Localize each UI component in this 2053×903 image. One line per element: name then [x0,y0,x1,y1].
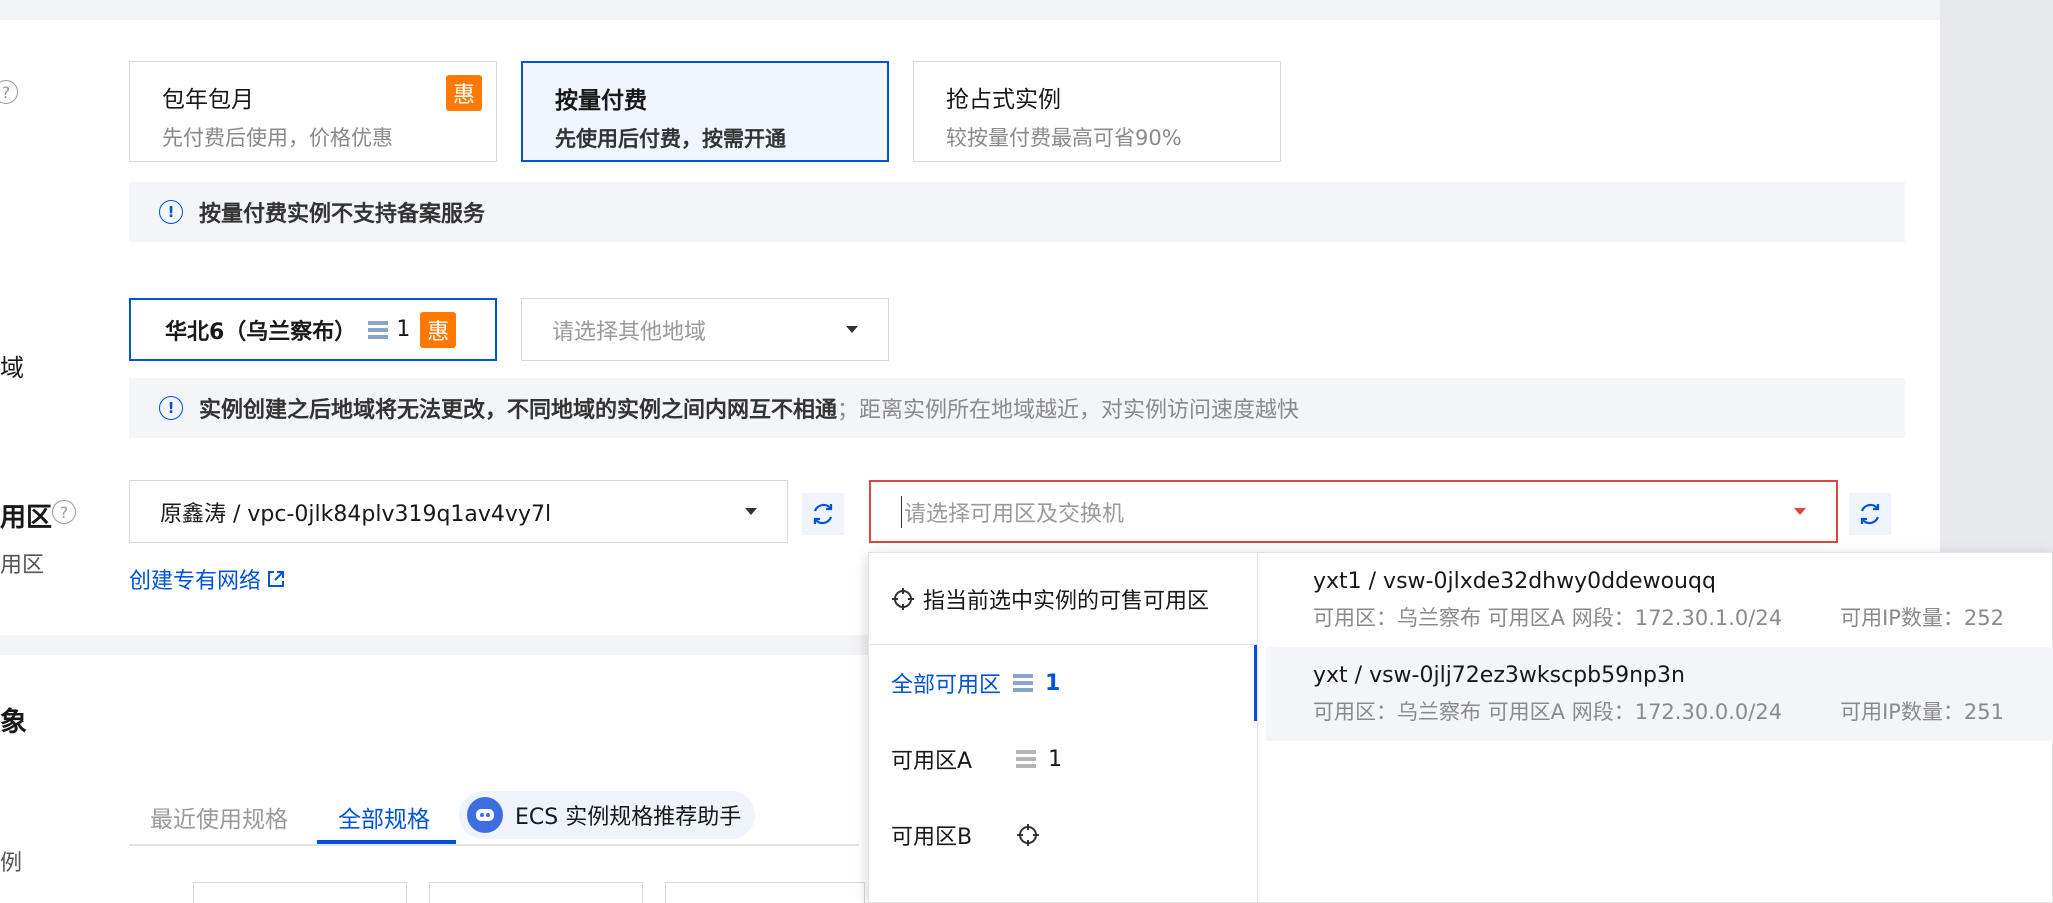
billing-notice: ! 按量付费实例不支持备案服务 [129,182,1905,242]
switch-row[interactable]: yxt / vsw-0jlj72ez3wkscpb59np3n 可用区：乌兰察布… [1266,647,2053,741]
switch-name: yxt / vsw-0jlj72ez3wkscpb59np3n [1313,662,1685,688]
zone-item-all[interactable]: 全部可用区 1 [869,645,1257,721]
region-count: 1 [396,317,411,342]
chevron-down-icon [846,326,858,333]
zone-switch-placeholder: 请选择可用区及交换机 [901,495,1124,528]
billing-option-subtitle: 先付费后使用，价格优惠 [162,126,393,150]
billing-notice-text: 按量付费实例不支持备案服务 [199,202,486,227]
image-section-label: 象 [0,707,27,738]
zone-item-a[interactable]: 可用区A 1 [869,721,1257,797]
network-label: 用区 [0,503,53,533]
zone-label: 可用区A [891,749,973,774]
billing-option-spot[interactable]: 抢占式实例 较按量付费最高可省90% [913,61,1281,162]
vpc-value: 原鑫涛 / vpc-0jlk84plv319q1av4vy7l [160,501,552,527]
create-vpc-link[interactable]: 创建专有网络 [129,563,287,595]
zone-count: 1 [1045,670,1061,696]
billing-option-subtitle: 先使用后付费，按需开通 [555,127,786,151]
billing-option-subscription[interactable]: 包年包月 先付费后使用，价格优惠 [129,61,497,162]
discount-badge: 惠 [446,75,482,111]
filter-select-1[interactable] [193,882,407,903]
billing-option-pay-as-you-go[interactable]: 按量付费 先使用后付费，按需开通 [521,61,889,162]
create-vpc-link-text: 创建专有网络 [129,569,262,594]
tabs-divider [129,844,859,846]
zone-switch-select[interactable]: 请选择可用区及交换机 [869,480,1838,543]
zone-label: 可用区B [891,825,973,850]
switch-zone-cidr: 可用区：乌兰察布 可用区A 网段：172.30.0.0/24 [1313,699,1783,724]
robot-icon [467,797,503,833]
target-icon [1017,824,1040,846]
spec-assistant-label: ECS 实例规格推荐助手 [515,805,742,830]
zone-list: 指当前选中实例的可售可用区 全部可用区 1 可用区A 1 可用区B [869,553,1258,903]
switch-ip-count: 可用IP数量：251 [1840,699,2005,724]
network-sublabel: 用区 [0,553,45,578]
vpc-refresh-button[interactable] [802,493,844,535]
billing-option-title: 按量付费 [555,88,647,114]
available-zone-hint: 指当前选中实例的可售可用区 [869,553,1257,645]
region-notice-bold: 实例创建之后地域将无法更改，不同地域的实例之间内网互不相通 [199,398,838,423]
region-selected-button[interactable]: 华北6（乌兰察布） 1 惠 [129,298,497,361]
billing-option-subtitle: 较按量付费最高可省90% [946,126,1182,150]
switch-detail: 可用区：乌兰察布 可用区A 网段：172.30.0.0/24 可用IP数量：251 [1313,696,2053,726]
region-notice: ! 实例创建之后地域将无法更改，不同地域的实例之间内网互不相通 ；距离实例所在地域… [129,378,1905,438]
switch-detail: 可用区：乌兰察布 可用区A 网段：172.30.1.0/24 可用IP数量：252 [1313,602,2053,632]
network-help-icon[interactable]: ? [52,500,76,524]
region-selected-label: 华北6（乌兰察布） [165,319,357,345]
other-region-select[interactable]: 请选择其他地域 [521,298,889,361]
server-icon [368,320,389,339]
zone-count: 1 [1048,746,1063,772]
switch-row[interactable]: yxt1 / vsw-0jlxde32dhwy0ddewouqq 可用区：乌兰察… [1266,553,2053,647]
external-link-icon [268,571,285,587]
billing-option-title: 包年包月 [162,87,254,113]
switch-name: yxt1 / vsw-0jlxde32dhwy0ddewouqq [1313,568,1716,594]
spec-assistant-button[interactable]: ECS 实例规格推荐助手 [459,791,756,839]
region-discount-badge: 惠 [420,311,457,348]
filter-select-3[interactable] [665,882,865,903]
chevron-down-icon [745,508,757,515]
switch-ip-count: 可用IP数量：252 [1840,605,2005,630]
vpc-select[interactable]: 原鑫涛 / vpc-0jlk84plv319q1av4vy7l [129,480,788,543]
zone-switch-dropdown: 指当前选中实例的可售可用区 全部可用区 1 可用区A 1 可用区B yxt1 /… [868,552,2053,903]
target-icon [892,587,914,610]
billing-option-title: 抢占式实例 [946,87,1061,113]
available-zone-hint-text: 指当前选中实例的可售可用区 [923,588,1210,614]
switch-refresh-button[interactable] [1849,493,1891,535]
info-icon: ! [159,396,183,420]
region-notice-rest: ；距离实例所在地域越近，对实例访问速度越快 [837,398,1300,423]
filter-select-2[interactable] [429,882,643,903]
region-label: 域 [0,354,24,382]
zone-item-b[interactable]: 可用区B [869,797,1257,873]
server-icon [1016,750,1037,768]
switch-zone-cidr: 可用区：乌兰察布 可用区A 网段：172.30.1.0/24 [1313,605,1783,630]
zone-label: 全部可用区 [891,673,1002,698]
info-icon: ! [159,200,183,224]
tab-all-specs[interactable]: 全部规格 [338,800,430,834]
server-icon [1013,674,1034,692]
other-region-placeholder: 请选择其他地域 [552,319,707,345]
refresh-icon [1860,503,1880,525]
refresh-icon [813,503,833,525]
chevron-down-icon [1794,508,1806,515]
switch-list: yxt1 / vsw-0jlxde32dhwy0ddewouqq 可用区：乌兰察… [1266,553,2053,741]
instance-label: 例 [0,851,23,876]
tab-recent-specs[interactable]: 最近使用规格 [150,800,288,834]
